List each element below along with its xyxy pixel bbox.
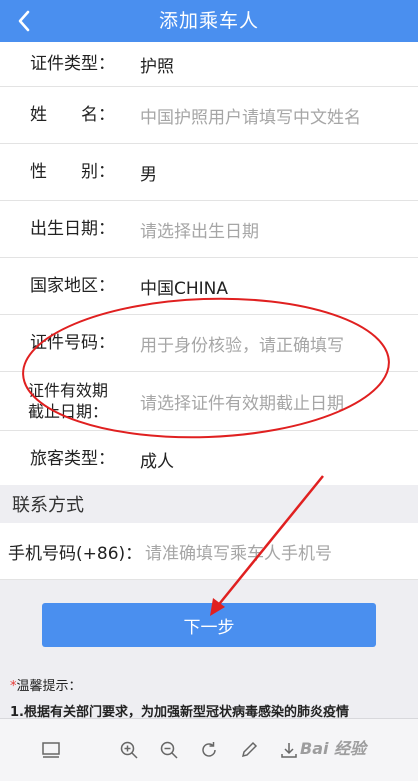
passenger-form: 证件类型： 护照 姓 名： 中国护照用户请填写中文姓名 性 别： 男 出生日期：…: [0, 42, 418, 487]
id-expiry-label: 证件有效期 截止日期：: [0, 380, 140, 422]
screen-icon[interactable]: [38, 737, 64, 763]
gender-value[interactable]: 男: [140, 160, 157, 185]
name-row[interactable]: 姓 名： 中国护照用户请填写中文姓名: [0, 87, 418, 144]
id-expiry-row[interactable]: 证件有效期 截止日期： 请选择证件有效期截止日期: [0, 372, 418, 431]
country-row[interactable]: 国家地区： 中国CHINA: [0, 258, 418, 315]
id-type-label: 证件类型：: [30, 54, 115, 74]
id-expiry-label-line2: 截止日期：: [28, 402, 109, 421]
gender-label: 性 别：: [30, 162, 115, 182]
id-number-input[interactable]: 用于身份核验，请正确填写: [140, 331, 344, 356]
phone-label: 手机号码(+86)：: [8, 543, 143, 564]
birth-date-label: 出生日期：: [30, 219, 115, 239]
country-label: 国家地区：: [30, 276, 115, 296]
nav-bar: 添加乘车人: [0, 0, 418, 42]
name-label: 姓 名：: [30, 105, 115, 125]
country-value[interactable]: 中国CHINA: [140, 274, 228, 299]
phone-input[interactable]: 请准确填写乘车人手机号: [145, 539, 332, 564]
id-type-row[interactable]: 证件类型： 护照: [0, 42, 418, 87]
tips-title-text: 温馨提示：: [16, 679, 82, 694]
rotate-icon[interactable]: [196, 737, 222, 763]
contact-section-title: 联系方式: [0, 485, 418, 523]
next-step-button[interactable]: 下一步: [42, 603, 376, 647]
page-title: 添加乘车人: [158, 10, 259, 32]
zoom-out-icon[interactable]: [156, 737, 182, 763]
id-number-row[interactable]: 证件号码： 用于身份核验，请正确填写: [0, 315, 418, 372]
download-icon[interactable]: [276, 737, 302, 763]
id-expiry-input[interactable]: 请选择证件有效期截止日期: [140, 389, 344, 414]
id-type-value[interactable]: 护照: [140, 52, 174, 77]
tips-title: *温馨提示：: [10, 675, 418, 694]
passenger-type-row[interactable]: 旅客类型： 成人: [0, 431, 418, 487]
birth-date-row[interactable]: 出生日期： 请选择出生日期: [0, 201, 418, 258]
gender-row[interactable]: 性 别： 男: [0, 144, 418, 201]
id-number-label: 证件号码：: [30, 333, 115, 353]
phone-row[interactable]: 手机号码(+86)： 请准确填写乘车人手机号: [0, 523, 418, 580]
passenger-type-label: 旅客类型：: [30, 449, 115, 469]
passenger-type-value[interactable]: 成人: [140, 447, 174, 472]
zoom-in-icon[interactable]: [116, 737, 142, 763]
watermark: Bai 经验: [300, 739, 367, 758]
id-expiry-label-line1: 证件有效期: [28, 381, 109, 400]
tips: *温馨提示： 1.根据有关部门要求，为加强新型冠状病毒感染的肺炎疫情: [0, 675, 418, 720]
birth-date-input[interactable]: 请选择出生日期: [140, 217, 259, 242]
pen-icon[interactable]: [236, 737, 262, 763]
name-input[interactable]: 中国护照用户请填写中文姓名: [140, 103, 361, 128]
